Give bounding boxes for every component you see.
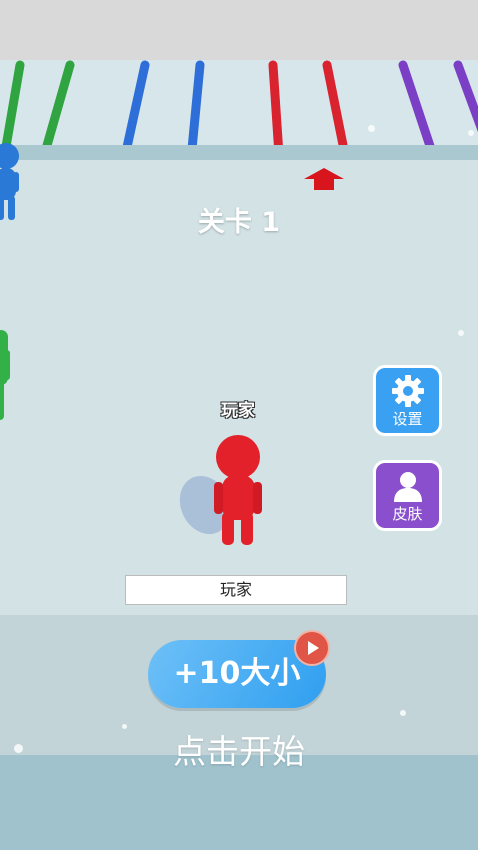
player-character [179, 435, 262, 545]
snow-particle [468, 130, 474, 136]
opponent-green [0, 330, 10, 420]
video-ad-badge[interactable] [294, 630, 330, 666]
pole-purple-2 [453, 60, 478, 133]
snow-particle [368, 125, 375, 132]
snow-particle [122, 724, 127, 729]
tap-to-start-text[interactable]: 点击开始 [0, 725, 478, 773]
arrow-up-icon [304, 168, 344, 190]
gear-icon [392, 375, 424, 407]
settings-button[interactable]: 设置 [373, 365, 442, 436]
settings-label: 设置 [392, 410, 423, 428]
level-title: 关卡 1 [197, 207, 281, 238]
play-icon [308, 641, 319, 655]
snow-particle [400, 710, 406, 716]
top-bar [0, 0, 478, 60]
person-icon [394, 472, 422, 502]
player-name-input[interactable]: 玩家 [125, 575, 347, 605]
skin-button[interactable]: 皮肤 [373, 460, 442, 531]
snow-particle [14, 744, 23, 753]
snow-particle [458, 330, 464, 336]
player-name-tag: 玩家 [221, 401, 255, 421]
skin-label: 皮肤 [392, 505, 423, 523]
